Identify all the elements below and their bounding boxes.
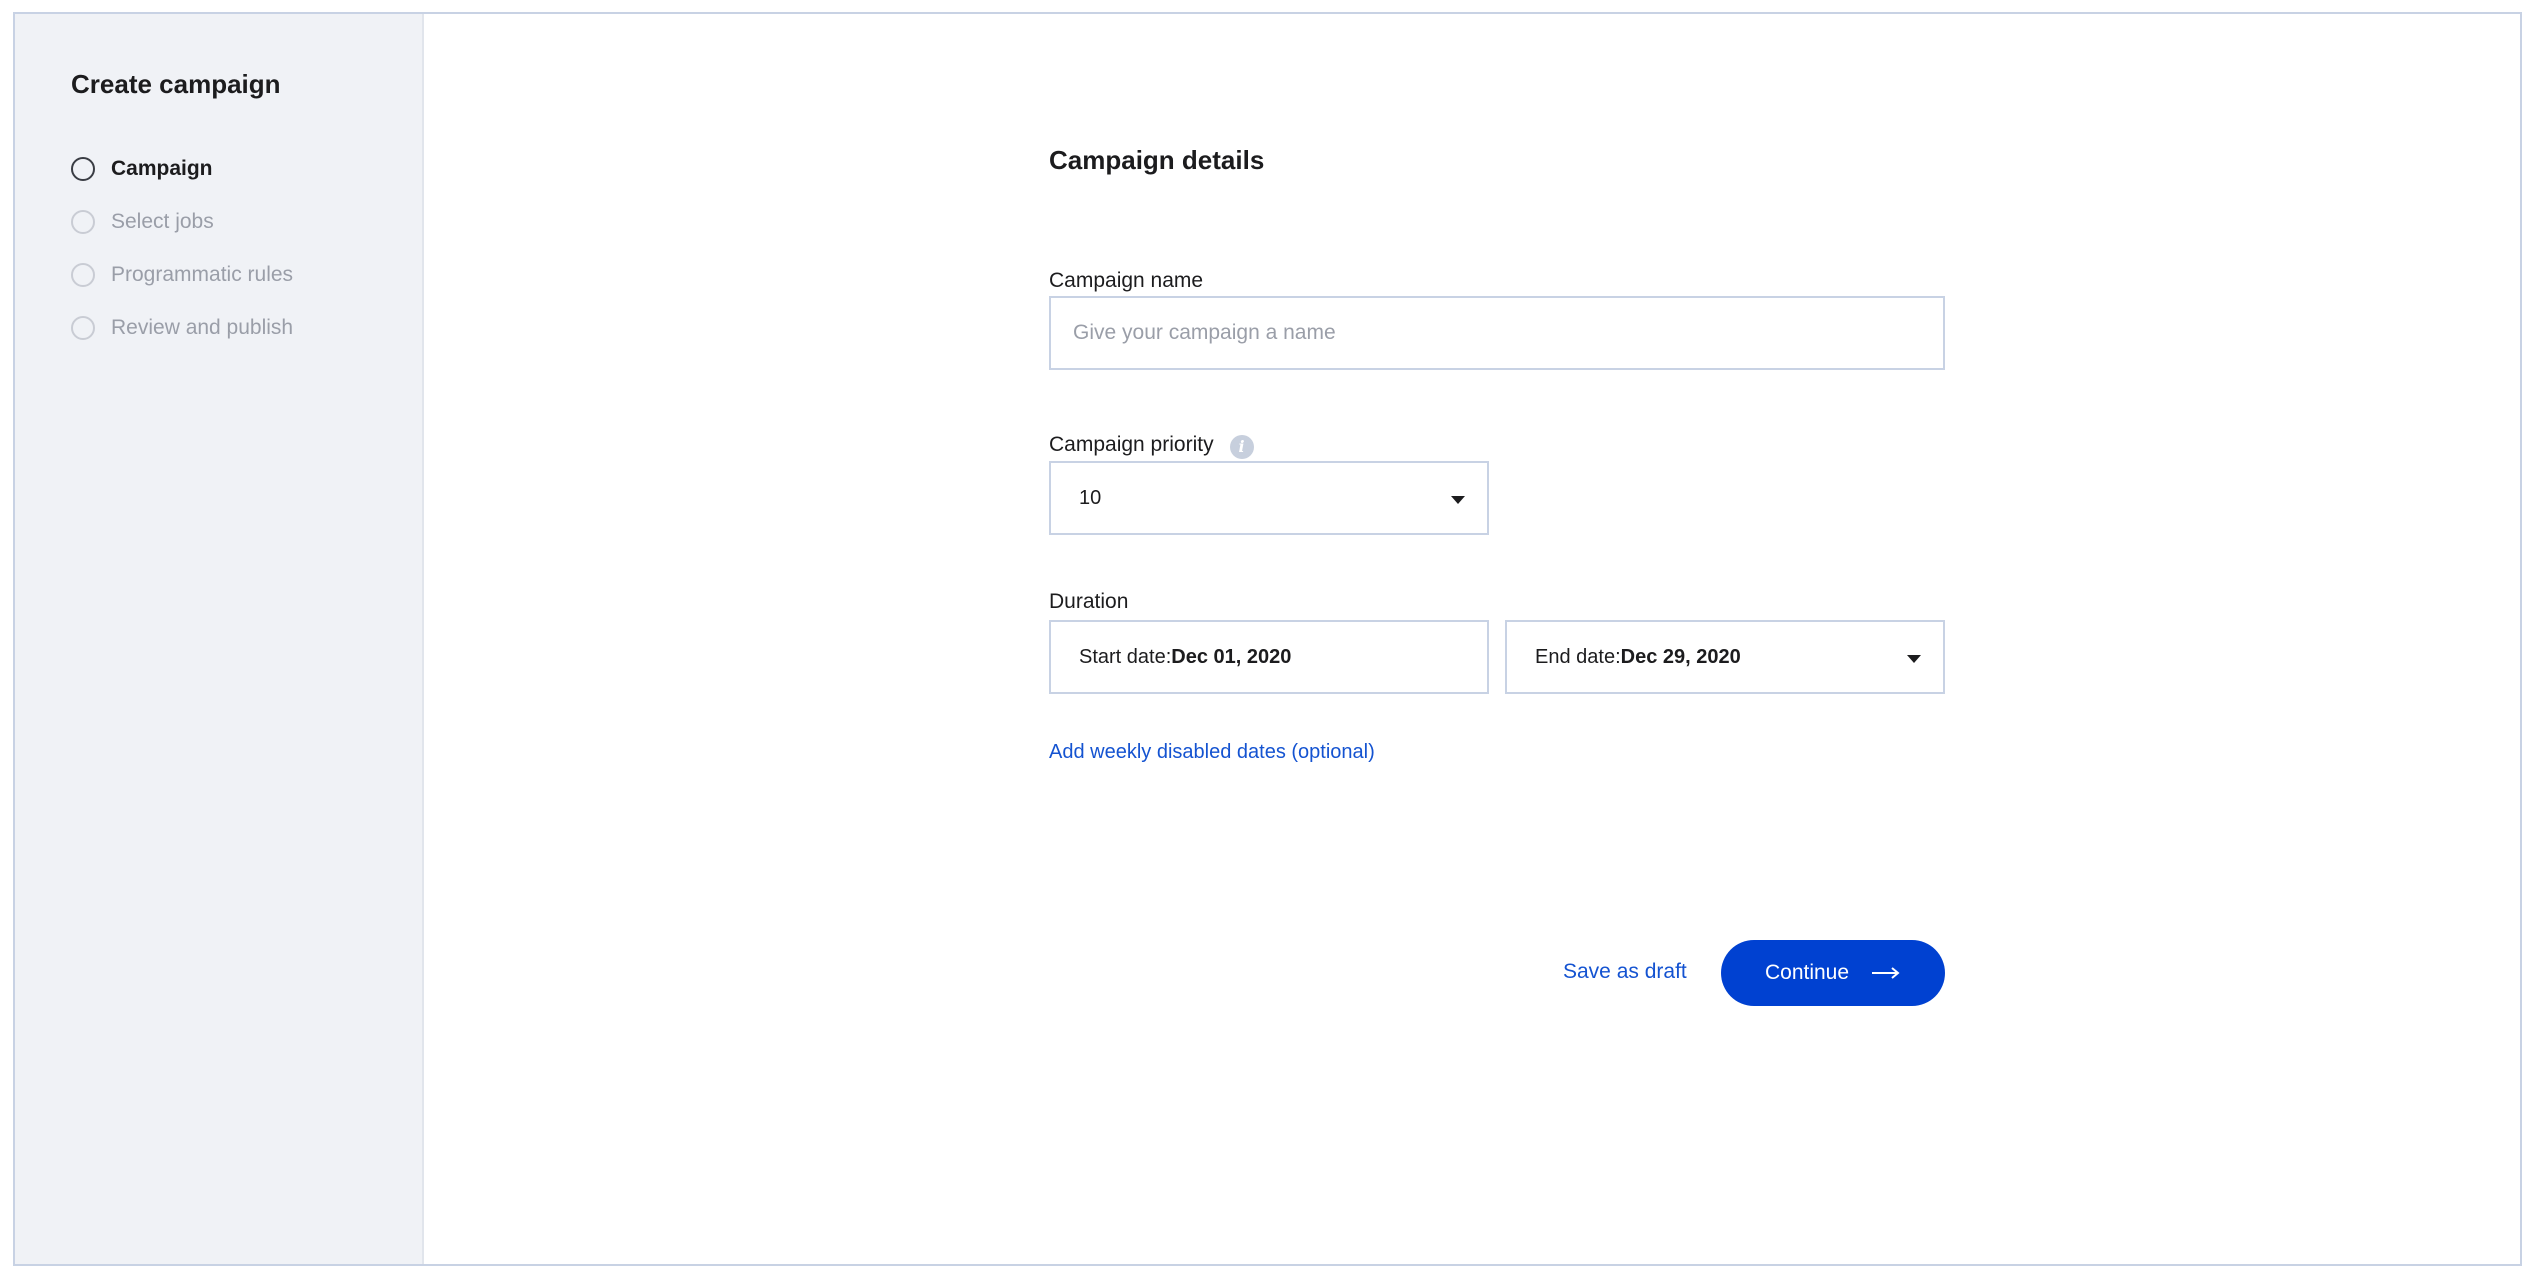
- step-review-publish[interactable]: Review and publish: [71, 301, 422, 354]
- step-list: Campaign Select jobs Programmatic rules …: [71, 142, 422, 354]
- step-indicator-icon: [71, 262, 95, 287]
- main-content: Campaign details Campaign name Campaign …: [424, 14, 2520, 1264]
- step-indicator-icon: [71, 209, 95, 234]
- campaign-priority-label-row: Campaign priority i: [1049, 430, 1254, 460]
- chevron-down-icon: [1451, 496, 1465, 504]
- step-indicator-icon: [71, 156, 95, 181]
- duration-label: Duration: [1049, 590, 1129, 613]
- step-campaign[interactable]: Campaign: [71, 142, 422, 195]
- end-date-value: Dec 29, 2020: [1620, 645, 1741, 668]
- step-label: Review and publish: [111, 315, 294, 339]
- campaign-name-input[interactable]: [1049, 296, 1945, 370]
- step-programmatic-rules[interactable]: Programmatic rules: [71, 248, 422, 301]
- save-draft-button[interactable]: Save as draft: [1563, 957, 1687, 987]
- campaign-priority-select[interactable]: 10: [1049, 461, 1489, 535]
- campaign-priority-label: Campaign priority: [1049, 433, 1214, 456]
- step-label: Select jobs: [111, 209, 214, 233]
- campaign-name-label: Campaign name: [1049, 269, 1204, 292]
- start-date-label: Start date:: [1079, 645, 1172, 668]
- arrow-right-icon: [1871, 966, 1901, 980]
- continue-button[interactable]: Continue: [1721, 940, 1945, 1006]
- info-icon[interactable]: i: [1229, 435, 1254, 459]
- sidebar: Create campaign Campaign Select jobs Pro…: [15, 14, 424, 1264]
- end-date-picker[interactable]: End date: Dec 29, 2020: [1505, 620, 1945, 694]
- start-date-picker[interactable]: Start date: Dec 01, 2020: [1049, 620, 1489, 694]
- end-date-label: End date:: [1535, 645, 1621, 668]
- sidebar-title: Create campaign: [71, 69, 281, 99]
- chevron-down-icon: [1907, 655, 1921, 663]
- app-frame: Create campaign Campaign Select jobs Pro…: [13, 12, 2522, 1266]
- continue-label: Continue: [1764, 961, 1850, 984]
- step-label: Programmatic rules: [111, 262, 294, 286]
- step-select-jobs[interactable]: Select jobs: [71, 195, 422, 248]
- step-indicator-icon: [71, 315, 95, 340]
- step-label: Campaign: [111, 156, 213, 180]
- add-disabled-dates-link[interactable]: Add weekly disabled dates (optional): [1049, 738, 1375, 766]
- campaign-priority-value: 10: [1079, 486, 1102, 509]
- start-date-value: Dec 01, 2020: [1171, 645, 1292, 668]
- form-title: Campaign details: [1049, 145, 1265, 175]
